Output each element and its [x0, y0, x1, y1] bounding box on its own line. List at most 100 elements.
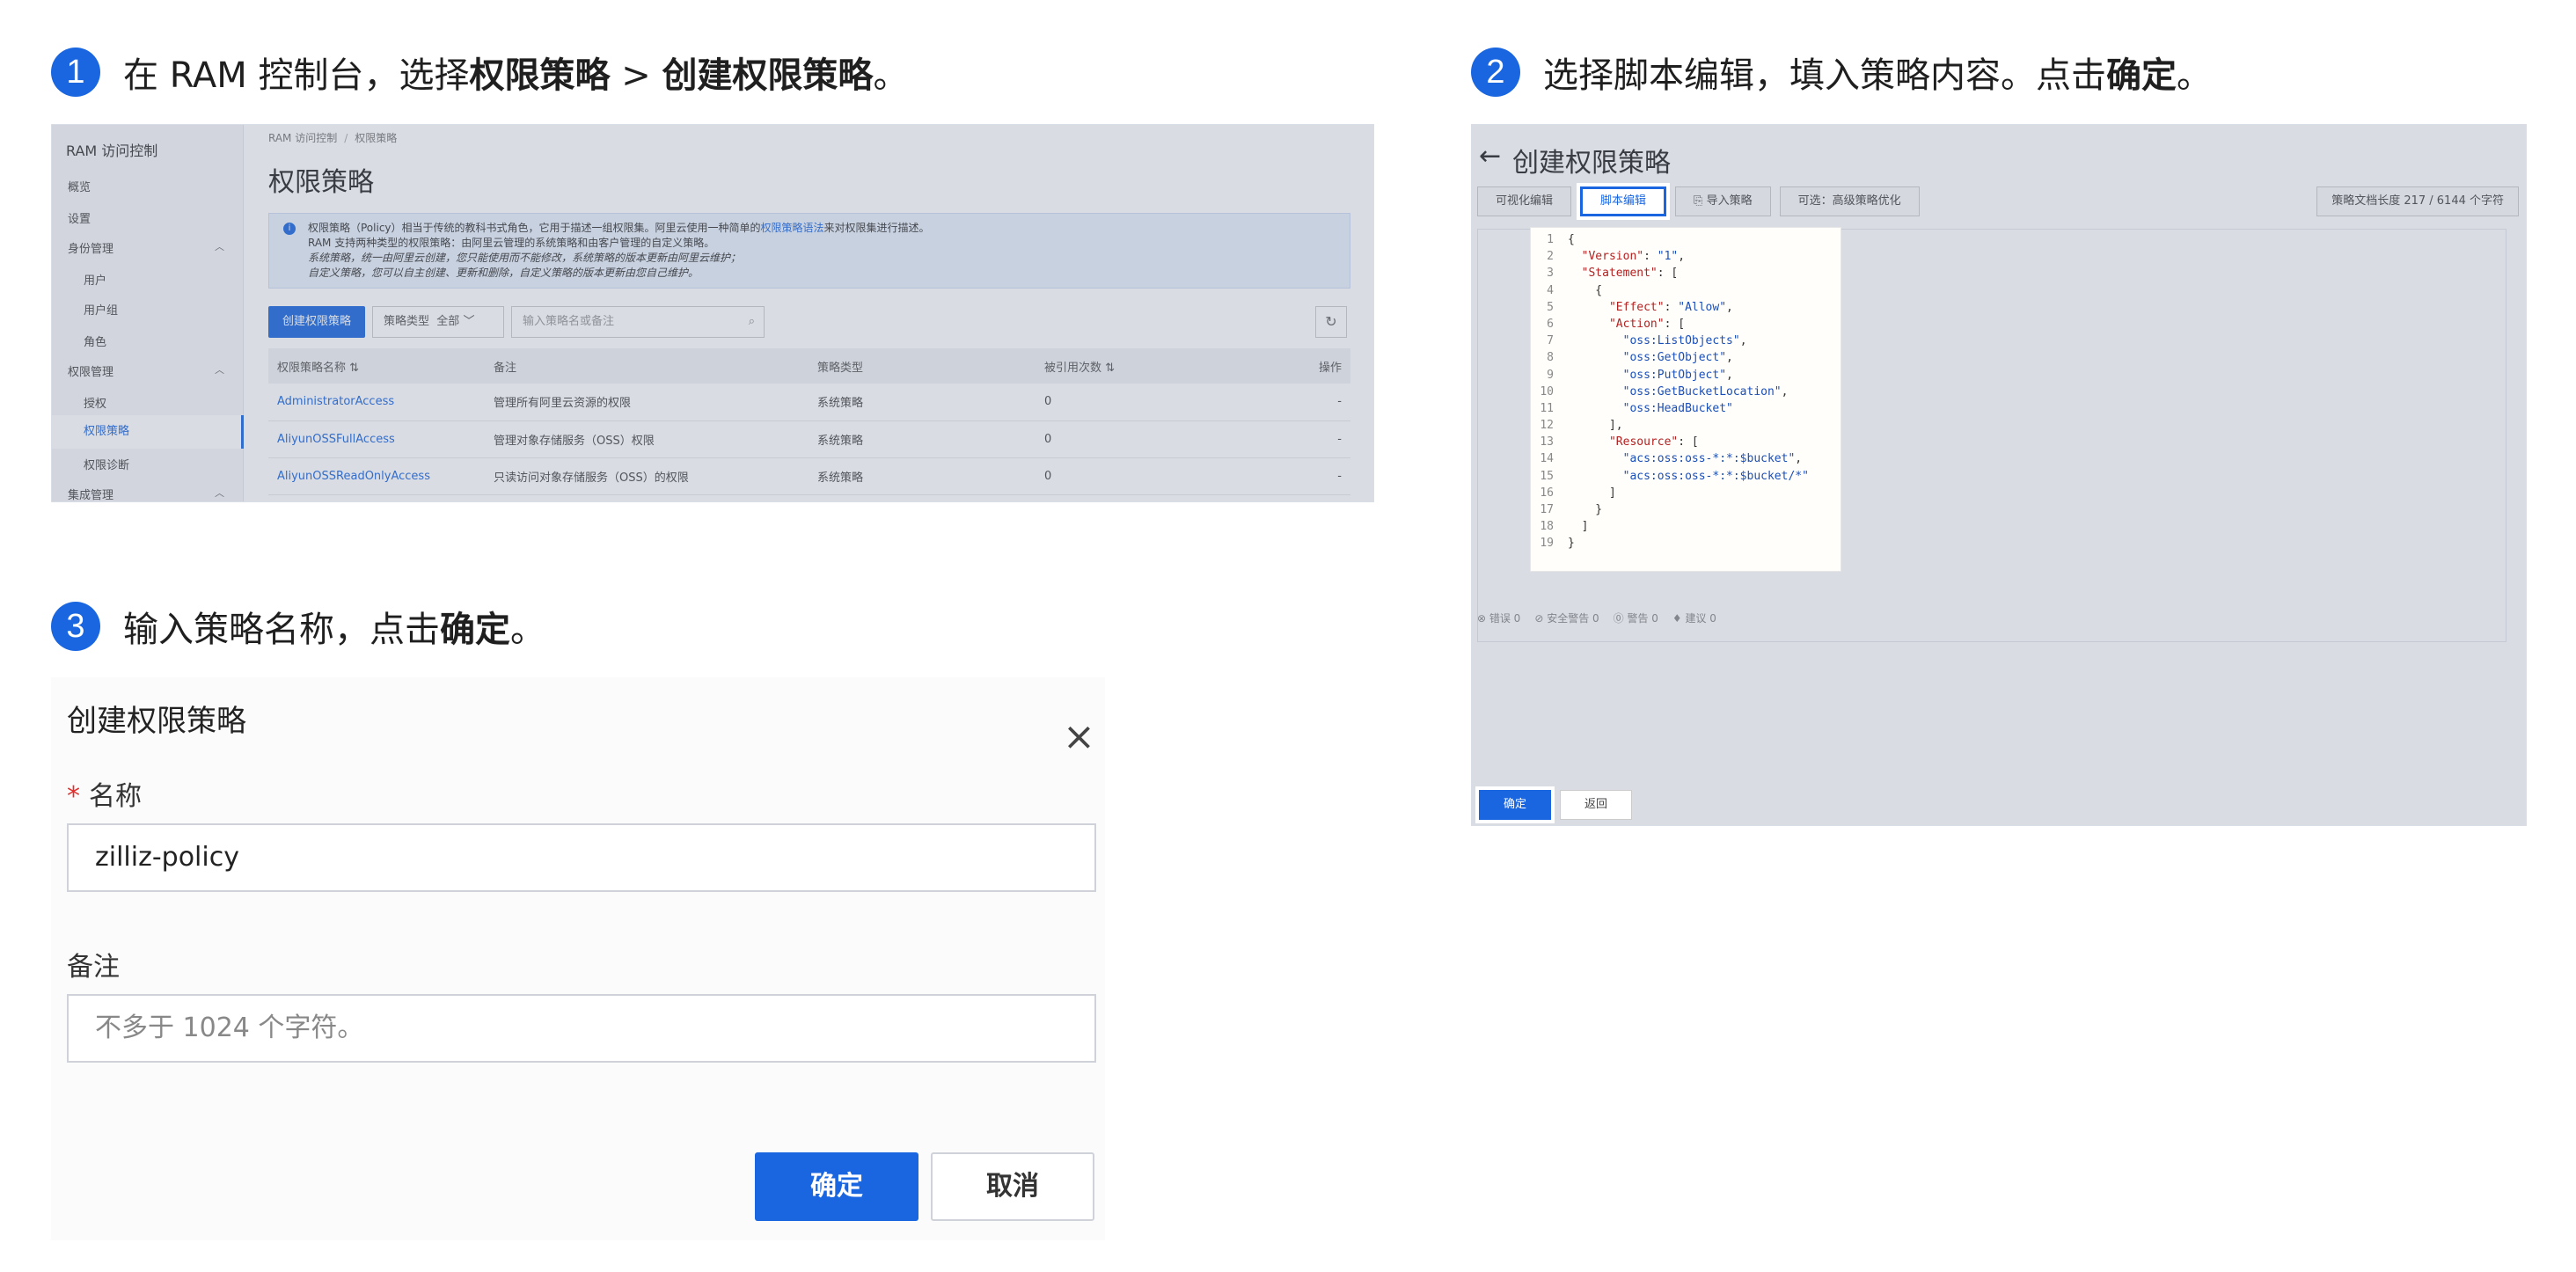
security-warning-count[interactable]: ⊘ 安全警告 0 [1534, 610, 1599, 625]
sidebar-group-integration[interactable]: 集成管理 ︿ [68, 486, 244, 501]
line-number: 5 [1547, 300, 1554, 314]
code-line: 15 "acs:oss:oss-*:*:$bucket/*" [1531, 468, 1841, 485]
toolbar: 创建权限策略 策略类型 全部 ﹀ 输入策略名或备注 ⌕ [268, 306, 765, 338]
sidebar-item-settings[interactable]: 设置 [68, 209, 91, 226]
sidebar-item-overview[interactable]: 概览 [68, 178, 91, 194]
sidebar-item-grants[interactable]: 授权 [84, 394, 106, 411]
code-line: 17 } [1531, 501, 1841, 518]
line-number: 1 [1547, 233, 1554, 246]
line-number: 17 [1540, 503, 1554, 516]
code-line: 10 "oss:GetBucketLocation", [1531, 384, 1841, 400]
info-notice: i 权限策略（Policy）相当于传统的教科书式角色，它用于描述一组权限集。阿里… [268, 213, 1350, 289]
policy-note-input[interactable]: 不多于 1024 个字符。 [67, 994, 1096, 1063]
policy-name-input[interactable]: zilliz-policy [67, 823, 1096, 892]
code-text: "oss:HeadBucket" [1622, 401, 1733, 415]
column-header: 备注 [485, 348, 809, 384]
code-text: ] [1568, 520, 1589, 534]
code-line: 6 "Action": [ [1531, 316, 1841, 333]
breadcrumb-item[interactable]: RAM 访问控制 [268, 132, 337, 144]
sidebar-item-roles[interactable]: 角色 [84, 333, 106, 349]
sidebar-item-policies[interactable]: 权限策略 [52, 415, 244, 449]
sidebar-item-diagnosis[interactable]: 权限诊断 [84, 456, 129, 472]
code-text: "oss:PutObject", [1622, 368, 1733, 382]
sidebar-item-users[interactable]: 用户 [84, 271, 106, 288]
policy-name-link[interactable]: AliyunOSSFullAccess [268, 420, 485, 458]
code-text: "Statement": [ [1581, 267, 1679, 281]
policy-type: 系统策略 [809, 384, 1036, 421]
code-text: "Resource": [ [1608, 435, 1699, 450]
sidebar: RAM 访问控制 概览 设置 身份管理 ︿ 用户 用户组 角色 权限管理 ︿ 授权 … [52, 125, 244, 501]
code-line: 3 "Statement": [ [1531, 265, 1841, 281]
code-text: { [1568, 283, 1603, 297]
line-number: 10 [1540, 384, 1554, 398]
step-instruction: 输入策略名称，点击确定。 [123, 610, 545, 650]
code-line: 14 "acs:oss:oss-*:*:$bucket", [1531, 450, 1841, 467]
refresh-button[interactable]: ↻ [1315, 306, 1347, 338]
column-header[interactable]: 被引用次数 ⇅ [1036, 348, 1299, 384]
tab-script-editor[interactable]: 脚本编辑 [1580, 186, 1667, 216]
breadcrumb-item: 权限策略 [355, 132, 398, 144]
create-policy-dialog: 创建权限策略 × * 名称 zilliz-policy 备注 不多于 1024 个… [51, 677, 1105, 1240]
line-number: 19 [1540, 537, 1554, 551]
code-line: 8 "oss:GetObject", [1531, 349, 1841, 366]
policy-json-code[interactable]: 1{2 "Version": "1", 3 "Statement": [4 {5 … [1530, 227, 1841, 572]
suggestion-count[interactable]: ♦ 建议 0 [1672, 610, 1716, 625]
line-number: 6 [1547, 317, 1554, 331]
code-text: "Effect": "Allow", [1608, 300, 1733, 314]
code-text: } [1568, 503, 1603, 516]
policy-name-link[interactable]: AliyunOSSReadOnlyAccess [268, 457, 485, 495]
code-line: 12 ], [1531, 417, 1841, 434]
policy-note: 只读访问对象存储服务（OSS）的权限 [485, 457, 809, 495]
sidebar-title: RAM 访问控制 [66, 143, 158, 159]
line-number: 4 [1547, 283, 1554, 297]
line-number: 12 [1540, 419, 1554, 433]
tab-advanced-optimize[interactable]: 可选：高级策略优化 [1779, 186, 1920, 216]
sidebar-group-identity[interactable]: 身份管理 ︿ [68, 239, 244, 256]
create-policy-button[interactable]: 创建权限策略 [268, 306, 366, 338]
column-header: 操作 [1299, 348, 1350, 384]
warning-count[interactable]: ⓪ 警告 0 [1614, 610, 1658, 625]
code-line: 11 "oss:HeadBucket" [1531, 400, 1841, 417]
confirm-button[interactable]: 确定 [1479, 790, 1551, 820]
code-line: 18 ] [1531, 518, 1841, 535]
policy-name-link[interactable]: AdministratorAccess [268, 384, 485, 421]
search-input[interactable]: 输入策略名或备注 ⌕ [511, 306, 765, 338]
import-icon: ⎘ [1694, 194, 1703, 208]
search-icon: ⌕ [748, 315, 756, 328]
code-line: 13 "Resource": [ [1531, 434, 1841, 450]
cancel-button[interactable]: 取消 [931, 1152, 1094, 1221]
policy-type: 系统策略 [809, 457, 1036, 495]
line-number: 14 [1540, 452, 1554, 466]
code-text: ] [1568, 486, 1616, 500]
tab-import-policy[interactable]: ⎘ 导入策略 [1675, 186, 1771, 216]
table-row: AliyunOSSFullAccess 管理对象存储服务（OSS）权限 系统策略… [268, 420, 1350, 458]
line-number: 7 [1547, 334, 1554, 348]
step-1-heading: 1 在 RAM 控制台，选择权限策略 > 创建权限策略。 [51, 47, 908, 98]
sidebar-group-permissions[interactable]: 权限管理 ︿ [68, 362, 244, 379]
code-text: "acs:oss:oss-*:*:$bucket", [1622, 452, 1803, 466]
step-instruction: 选择脚本编辑，填入策略内容。点击确定。 [1543, 55, 2212, 96]
code-text: "oss:ListObjects", [1622, 334, 1747, 348]
line-number: 13 [1540, 435, 1554, 450]
column-header[interactable]: 权限策略名称 ⇅ [268, 348, 485, 384]
tab-visual-editor[interactable]: 可视化编辑 [1477, 186, 1572, 216]
close-icon[interactable]: × [1063, 718, 1095, 757]
code-line: 9 "oss:PutObject", [1531, 367, 1841, 384]
policy-type-select[interactable]: 策略类型 全部 ﹀ [372, 306, 505, 338]
page-title: 创建权限策略 [1512, 148, 1671, 179]
column-header: 策略类型 [809, 348, 1036, 384]
code-line: 2 "Version": "1", [1531, 248, 1841, 265]
error-count[interactable]: ⊗ 错误 0 [1477, 610, 1520, 625]
back-button[interactable]: 返回 [1560, 790, 1632, 820]
reference-count: 0 [1036, 457, 1299, 495]
code-text: { [1568, 233, 1575, 246]
policy-syntax-link[interactable]: 权限策略语法 [761, 222, 824, 234]
sidebar-item-user-groups[interactable]: 用户组 [84, 301, 118, 318]
policy-script-editor-screenshot: ← 创建权限策略 可视化编辑 脚本编辑 ⎘ 导入策略 可选：高级策略优化 策略文… [1471, 124, 2527, 826]
code-text: ], [1568, 419, 1623, 433]
required-mark: * [67, 781, 80, 812]
info-icon: i [283, 223, 296, 235]
confirm-button[interactable]: 确定 [755, 1152, 918, 1221]
step-number: 3 [51, 602, 100, 651]
back-arrow-icon[interactable]: ← [1479, 141, 1501, 172]
